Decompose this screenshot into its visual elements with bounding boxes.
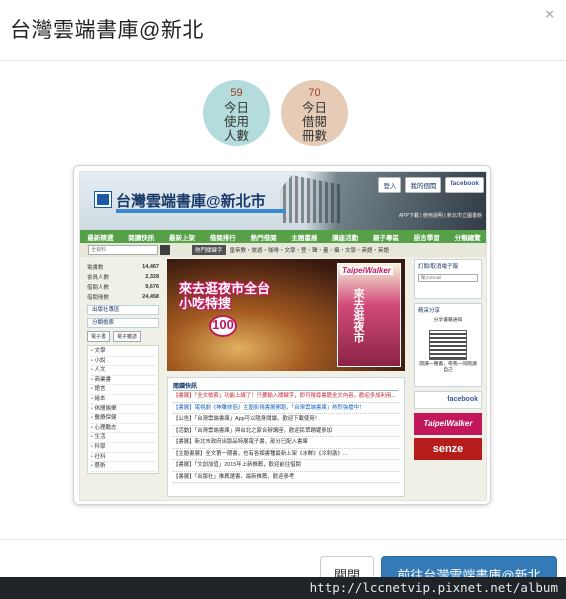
site-banner: 台灣雲端書庫@新北市 登入 我的個閱 facebook APP下載 | 使用說明… (80, 172, 486, 230)
magazine-cover: TaipeiWalker 來去逛夜市 (337, 263, 401, 367)
news-item: 【活動】「台灣雲端書庫」與台北之家合辦講座，歡迎民眾踴躍參加 (173, 426, 399, 437)
stat-loans-label: 今日借閱冊數 (301, 101, 327, 143)
site-main-column: 來去逛夜市全台小吃特搜 100 TaipeiWalker 來去逛夜市 閱讀快訊 … (167, 259, 405, 497)
magazine-headline: 來去逛夜市 (352, 288, 364, 343)
site-nav-item: 主題書展 (291, 234, 318, 242)
site-nav-item: 閱讀快訊 (128, 234, 155, 242)
category-item: 醫療保健 (91, 414, 155, 424)
news-item: 【書展】新北市政府出版品特展電子書，部分已配入書庫 (173, 437, 399, 449)
site-search-box: 全資料 (88, 245, 158, 255)
site-search-bar: 全資料 熱門關鍵字 皇帝教・旅遊・咖啡・文學・登・聲・量・攝・文學・英語・英語 (80, 243, 486, 257)
login-link: 登入 (378, 177, 402, 193)
site-nav-item: 親子專區 (372, 234, 399, 242)
news-item: 【書展】「全文檢索」功能上線了！只要輸入關鍵字，即可搜尋書籍全文內容，歡迎多加利… (173, 391, 399, 403)
site-nav-item: 語言學習 (413, 234, 440, 242)
stat-loans-circle: 70 今日借閱冊數 (281, 80, 348, 146)
stat-users-label: 今日使用人數 (223, 101, 249, 143)
site-nav-item: 最新精選 (87, 234, 114, 242)
stat-users-circle: 59 今日使用人數 (203, 80, 270, 146)
site-screenshot: 台灣雲端書庫@新北市 登入 我的個閱 facebook APP下載 | 使用說明… (79, 171, 487, 501)
news-panel: 閱讀快訊 【書展】「全文檢索」功能上線了！只要輸入關鍵字，即可搜尋書籍全文內容，… (167, 377, 405, 497)
subscribe-heading: 訂閱/取消電子報 (418, 264, 459, 270)
category-item: 商業書 (91, 376, 155, 386)
site-top-links: 登入 我的個閱 facebook (378, 177, 484, 193)
site-sub-links: APP下載 | 使用說明 | 新北市立圖書館 (398, 213, 482, 219)
news-item: 【書展】「出版社」推薦選書，最新推薦，歡迎參考 (173, 472, 399, 483)
site-logo-icon (94, 191, 112, 208)
news-item: 【公告】「台灣雲端書庫」App可以隨身閱讀，歡迎下載使用！ (173, 414, 399, 426)
site-nav-item: 借閱排行 (209, 234, 236, 242)
modal-header: 台灣雲端書庫@新北 × (0, 0, 566, 61)
site-nav-item: 分類總覽 (454, 234, 481, 242)
category-head: 分類檢索 (87, 318, 159, 328)
category-tab: 電子書 (87, 331, 111, 342)
publisher-zone-link: 出版社專區 (87, 305, 159, 315)
hero-banner: 來去逛夜市全台小吃特搜 100 TaipeiWalker 來去逛夜市 (167, 259, 405, 371)
stat-loans-value: 70 (308, 87, 321, 99)
share-caption: 分享書籍通知 (433, 318, 463, 323)
news-heading: 閱讀快訊 (173, 381, 399, 391)
facebook-link: facebook (445, 177, 484, 193)
share-caption-2: 閱讀一種書，帶我一同閱讀自己 (419, 362, 477, 373)
category-item: 心理勵志 (91, 424, 155, 434)
modal-title: 台灣雲端書庫@新北 (10, 19, 204, 42)
news-item: 【書展】電視劇《神雕俠侶》主題影視書展開跑，「台灣雲端書庫」熱烈強檔中！ (173, 403, 399, 414)
site-nav-item: 講座活動 (332, 234, 359, 242)
subscribe-input: 輸入Email (418, 274, 478, 282)
url-watermark: http://lccnetvip.pixnet.net/album (0, 577, 566, 599)
stat-users-value: 59 (230, 87, 243, 99)
qr-code-icon (429, 330, 467, 360)
hot-keywords: 皇帝教・旅遊・咖啡・文學・登・聲・量・攝・文學・英語・英語 (229, 248, 390, 254)
close-icon[interactable]: × (545, 6, 554, 23)
subscribe-box: 訂閱/取消電子報 輸入Email (414, 259, 482, 299)
news-item: 【書展】「文創加值」2015年上新推薦，歡迎前往借閱 (173, 460, 399, 472)
category-item: 小說 (91, 357, 155, 367)
hero-badge: 100 (209, 315, 237, 337)
count-row: 借閱冊數 24,458 (87, 294, 159, 301)
taipeiwalker-badge: TaipeiWalker (414, 413, 482, 435)
category-item: 文學 (91, 347, 155, 357)
category-item: 生活 (91, 433, 155, 443)
hero-title: 來去逛夜市全台小吃特搜 (179, 281, 271, 311)
category-list: 文學 小說 人文 商業書 語言 繪本 休閒娛樂 醫療保健 心理勵志 生活 科學 … (87, 345, 159, 474)
category-item: 繪本 (91, 395, 155, 405)
facebook-badge: facebook (414, 391, 482, 409)
category-item: 科學 (91, 443, 155, 453)
site-nav: 最新精選 閱讀快訊 最新上架 借閱排行 熱門借閱 主題書展 講座活動 親子專區 … (80, 230, 486, 243)
modal-dialog: 台灣雲端書庫@新北 × 59 今日使用人數 70 今日借閱冊數 台灣雲端書庫@新… (0, 0, 566, 599)
category-item: 藝術 (91, 462, 155, 472)
share-heading: 精采分享 (418, 308, 441, 314)
site-right-column: 訂閱/取消電子報 輸入Email 精采分享 分享書籍通知 閱讀一種書，帶我一同閱… (414, 259, 482, 460)
magazine-title: TaipeiWalker (340, 266, 393, 275)
count-row: 會員人數 2,328 (87, 274, 159, 281)
news-item: 【主題書展】全文第一期書，也有各類書種最新上架《冰鮮》《冷刺激》... (173, 449, 399, 460)
site-nav-item: 熱門借閱 (250, 234, 277, 242)
category-item: 休閒娛樂 (91, 405, 155, 415)
category-item: 人文 (91, 366, 155, 376)
my-reading-link: 我的個閱 (405, 177, 442, 193)
site-nav-item: 最新上架 (168, 234, 195, 242)
senze-badge: senze (414, 438, 482, 460)
stats-row: 59 今日使用人數 70 今日借閱冊數 (0, 80, 566, 146)
hot-keywords-label: 熱門關鍵字 (192, 245, 226, 255)
search-icon (160, 245, 170, 255)
count-row: 借閱人數 9,676 (87, 284, 159, 291)
site-name: 台灣雲端書庫@新北市 (116, 193, 266, 210)
site-left-column: 電書數 14,467 會員人數 2,328 借閱人數 9,676 借閱冊數 24,458… (87, 262, 159, 500)
category-tabs: 電子書 電子雜誌 (87, 331, 159, 342)
category-tab: 電子雜誌 (113, 331, 142, 342)
category-item: 語言 (91, 385, 155, 395)
count-row: 電書數 14,467 (87, 264, 159, 271)
site-preview-image: 台灣雲端書庫@新北市 登入 我的個閱 facebook APP下載 | 使用說明… (73, 165, 491, 505)
category-item: 社科 (91, 453, 155, 463)
share-box: 精采分享 分享書籍通知 閱讀一種書，帶我一同閱讀自己 (414, 303, 482, 387)
